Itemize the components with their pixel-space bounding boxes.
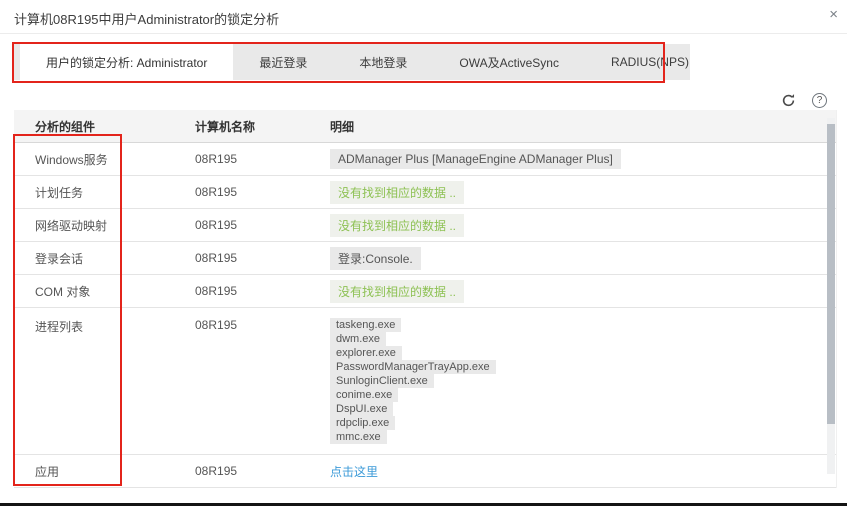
tab-owa-activesync[interactable]: OWA及ActiveSync	[433, 44, 585, 80]
dialog-titlebar: 计算机08R195中用户Administrator的锁定分析 ×	[0, 0, 847, 34]
refresh-icon[interactable]	[781, 93, 796, 108]
detail-cell: 点击这里	[330, 459, 836, 484]
component-name: COM 对象	[35, 284, 91, 299]
table-row: COM 对象 08R195 没有找到相应的数据 ..	[14, 275, 836, 308]
tab-radius-nps[interactable]: RADIUS(NPS)	[585, 44, 715, 80]
detail-cell: 登录:Console.	[330, 243, 836, 274]
column-header-computer: 计算机名称	[195, 119, 256, 134]
process-item: SunloginClient.exe	[330, 374, 434, 388]
process-item: mmc.exe	[330, 430, 387, 444]
tab-local-logon[interactable]: 本地登录	[333, 44, 433, 80]
table-row: 进程列表 08R195 taskeng.exe dwm.exe explorer.exe…	[14, 308, 836, 455]
detail-cell: taskeng.exe dwm.exe explorer.exe PasswordMa…	[330, 308, 836, 454]
table-row: 登录会话 08R195 登录:Console.	[14, 242, 836, 275]
tab-lockout-analysis[interactable]: 用户的锁定分析: Administrator	[20, 44, 234, 80]
computer-name: 08R195	[195, 284, 238, 298]
detail-cell: 没有找到相应的数据 ..	[330, 276, 836, 307]
column-header-component: 分析的组件	[35, 119, 96, 134]
tab-bar: 用户的锁定分析: Administrator 最近登录 本地登录 OWA及Active…	[14, 44, 690, 80]
component-name: 登录会话	[35, 251, 84, 266]
scrollbar[interactable]	[827, 118, 835, 474]
detail-cell: ADManager Plus [ManageEngine ADManager P…	[330, 145, 836, 173]
detail-badge: ADManager Plus [ManageEngine ADManager P…	[330, 149, 621, 169]
component-name: 网络驱动映射	[35, 218, 108, 233]
component-name: 进程列表	[35, 320, 84, 334]
detail-cell: 没有找到相应的数据 ..	[330, 177, 836, 208]
no-data-badge: 没有找到相应的数据 ..	[330, 213, 465, 237]
process-item: rdpclip.exe	[330, 416, 396, 430]
process-item: taskeng.exe	[330, 318, 402, 332]
help-icon[interactable]: ?	[812, 93, 827, 108]
component-name: 计划任务	[35, 185, 84, 200]
table-row: 应用 08R195 点击这里	[14, 455, 836, 488]
column-header-detail: 明细	[330, 119, 355, 134]
detail-cell: 没有找到相应的数据 ..	[330, 210, 836, 241]
no-data-badge: 没有找到相应的数据 ..	[330, 279, 465, 303]
process-item: DspUI.exe	[330, 402, 394, 416]
process-list: taskeng.exe dwm.exe explorer.exe PasswordMa…	[330, 312, 836, 450]
scrollbar-thumb[interactable]	[827, 124, 835, 424]
close-icon[interactable]: ×	[829, 7, 838, 23]
no-data-badge: 没有找到相应的数据 ..	[330, 180, 465, 204]
computer-name: 08R195	[195, 152, 238, 166]
table-row: 网络驱动映射 08R195 没有找到相应的数据 ..	[14, 209, 836, 242]
window-bottom-edge	[0, 503, 847, 506]
component-name: 应用	[35, 464, 60, 479]
lockout-analysis-dialog: 计算机08R195中用户Administrator的锁定分析 × 用户的锁定分析…	[0, 0, 847, 510]
click-here-link[interactable]: 点击这里	[330, 465, 378, 479]
process-item: PasswordManagerTrayApp.exe	[330, 360, 496, 374]
dialog-title: 计算机08R195中用户Administrator的锁定分析	[14, 12, 280, 27]
table-row: Windows服务 08R195 ADManager Plus [ManageEng…	[14, 143, 836, 176]
process-item: explorer.exe	[330, 346, 402, 360]
table-body: Windows服务 08R195 ADManager Plus [ManageEng…	[14, 143, 836, 488]
process-item: dwm.exe	[330, 332, 387, 346]
computer-name: 08R195	[195, 251, 238, 265]
process-item: conime.exe	[330, 388, 399, 402]
tab-recent-logon[interactable]: 最近登录	[233, 44, 333, 80]
computer-name: 08R195	[195, 318, 238, 332]
table-header-row: 分析的组件 计算机名称 明细	[14, 110, 836, 143]
detail-badge: 登录:Console.	[330, 246, 421, 270]
component-name: Windows服务	[35, 152, 108, 167]
computer-name: 08R195	[195, 218, 238, 232]
computer-name: 08R195	[195, 464, 238, 478]
computer-name: 08R195	[195, 185, 238, 199]
table-row: 计划任务 08R195 没有找到相应的数据 ..	[14, 176, 836, 209]
analysis-table: 分析的组件 计算机名称 明细 Windows服务 08R195 ADManager …	[14, 110, 837, 488]
